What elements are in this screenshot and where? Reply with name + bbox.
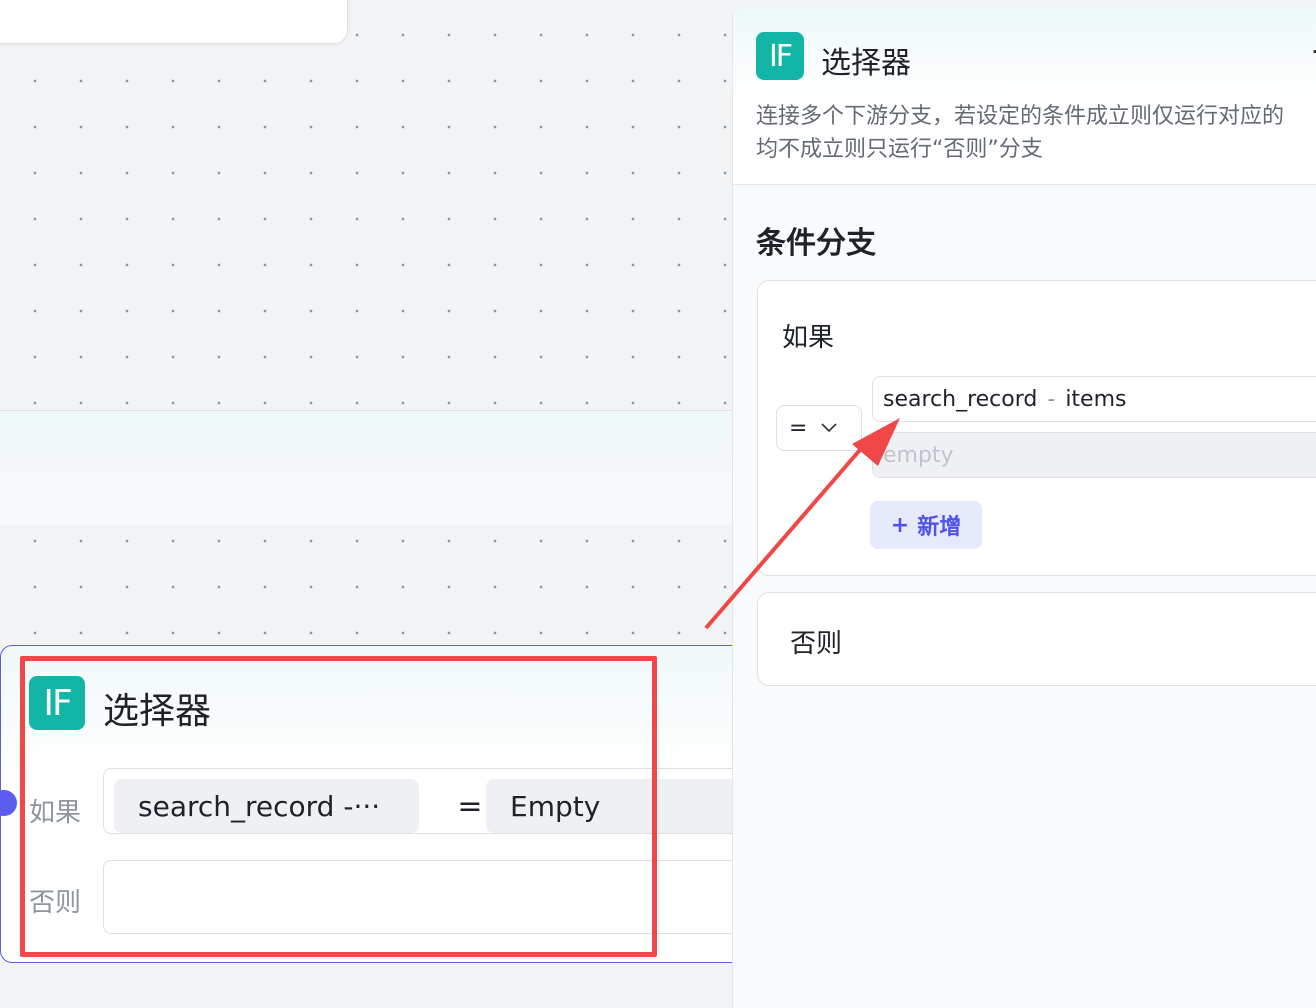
value-input[interactable]: empty: [872, 432, 1316, 478]
variable-selector[interactable]: search_record - items: [872, 376, 1316, 422]
if-branch-card: 如果 = search_record - items empty + 新增: [757, 280, 1316, 576]
if-branch-label: 如果: [782, 323, 835, 353]
node-condition-row[interactable]: search_record -··· = Empty: [103, 768, 732, 834]
node-condition-variable: search_record -···: [114, 779, 419, 833]
variable-separator: -: [1047, 386, 1056, 412]
panel-header: IF 选择器 · 连接多个下游分支，若设定的条件成立则仅运行对应的 均不成立则只…: [733, 8, 1316, 185]
if-node-icon: IF: [29, 676, 85, 730]
node-else-label: 否则: [29, 888, 82, 918]
variable-field: items: [1065, 386, 1127, 412]
close-icon[interactable]: ·: [1311, 38, 1316, 66]
selector-node[interactable]: IF 选择器 如果 search_record -··· = Empty 否则: [0, 645, 732, 963]
operator-value: =: [789, 415, 808, 441]
node-title: 选择器: [103, 691, 212, 732]
panel-description: 连接多个下游分支，若设定的条件成立则仅运行对应的 均不成立则只运行“否则”分支: [756, 100, 1316, 166]
panel-description-line-2: 均不成立则只运行“否则”分支: [756, 137, 1043, 162]
operator-select[interactable]: =: [776, 405, 862, 451]
input-port-handle[interactable]: [0, 790, 17, 816]
node-condition-value: Empty: [486, 779, 732, 833]
chevron-down-icon: [821, 423, 838, 433]
else-branch-card: 否则: [757, 592, 1316, 686]
node-if-label: 如果: [29, 798, 82, 828]
add-condition-label: 新增: [917, 515, 962, 540]
plus-icon: +: [890, 512, 910, 538]
node-config-panel: IF 选择器 · 连接多个下游分支，若设定的条件成立则仅运行对应的 均不成立则只…: [732, 8, 1316, 1008]
section-title-branches: 条件分支: [756, 226, 876, 261]
canvas-band: [0, 410, 732, 525]
panel-title: 选择器: [821, 46, 911, 81]
previous-node-card[interactable]: [0, 0, 348, 44]
node-else-row[interactable]: [103, 860, 732, 934]
variable-name: search_record: [883, 386, 1038, 412]
add-condition-button[interactable]: + 新增: [870, 501, 982, 549]
else-branch-label: 否则: [790, 629, 843, 659]
if-panel-icon: IF: [756, 32, 804, 80]
workflow-canvas[interactable]: IF 选择器 如果 search_record -··· = Empty 否则: [0, 0, 732, 996]
panel-description-line-1: 连接多个下游分支，若设定的条件成立则仅运行对应的: [756, 104, 1285, 129]
